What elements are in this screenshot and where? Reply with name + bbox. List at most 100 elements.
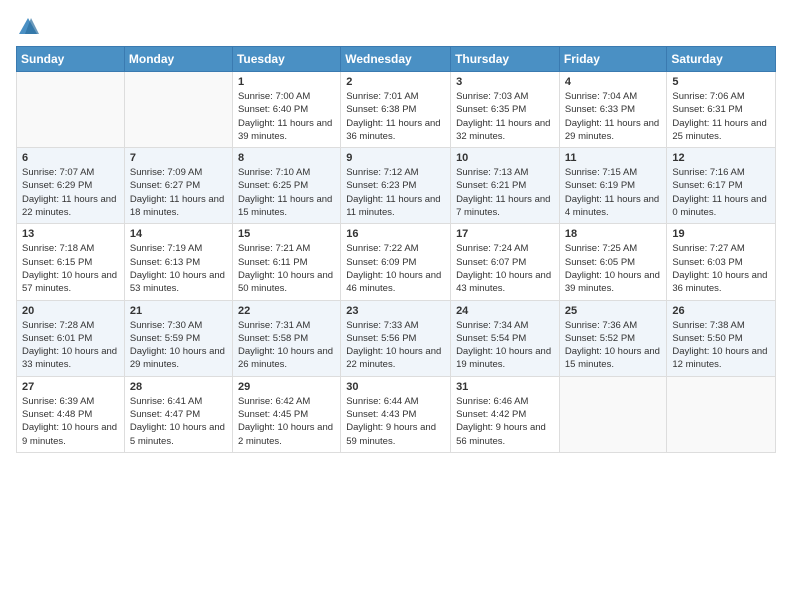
day-of-week-header: Tuesday	[232, 47, 340, 72]
calendar-cell: 20 Sunrise: 7:28 AM Sunset: 6:01 PM Dayli…	[17, 300, 125, 376]
day-of-week-header: Thursday	[451, 47, 560, 72]
day-number: 14	[130, 228, 227, 240]
day-number: 22	[238, 305, 335, 317]
day-number: 28	[130, 381, 227, 393]
day-info: Sunrise: 7:10 AM Sunset: 6:25 PM Dayligh…	[238, 166, 335, 219]
calendar-cell: 12 Sunrise: 7:16 AM Sunset: 6:17 PM Dayli…	[667, 148, 776, 224]
day-info: Sunrise: 6:42 AM Sunset: 4:45 PM Dayligh…	[238, 395, 335, 448]
day-number: 23	[346, 305, 445, 317]
calendar-cell	[667, 376, 776, 452]
day-info: Sunrise: 7:00 AM Sunset: 6:40 PM Dayligh…	[238, 90, 335, 143]
day-number: 8	[238, 152, 335, 164]
day-info: Sunrise: 7:12 AM Sunset: 6:23 PM Dayligh…	[346, 166, 445, 219]
calendar-week-row: 13 Sunrise: 7:18 AM Sunset: 6:15 PM Dayli…	[17, 224, 776, 300]
day-info: Sunrise: 7:15 AM Sunset: 6:19 PM Dayligh…	[565, 166, 662, 219]
day-number: 15	[238, 228, 335, 240]
day-number: 12	[672, 152, 770, 164]
calendar-cell: 4Sunrise: 7:04 AM Sunset: 6:33 PM Daylig…	[559, 72, 667, 148]
calendar-cell: 29 Sunrise: 6:42 AM Sunset: 4:45 PM Dayli…	[232, 376, 340, 452]
day-info: Sunrise: 7:04 AM Sunset: 6:33 PM Dayligh…	[565, 90, 662, 143]
calendar-cell: 13 Sunrise: 7:18 AM Sunset: 6:15 PM Dayli…	[17, 224, 125, 300]
calendar-cell: 9 Sunrise: 7:12 AM Sunset: 6:23 PM Daylig…	[341, 148, 451, 224]
day-number: 3	[456, 76, 554, 88]
day-info: Sunrise: 7:31 AM Sunset: 5:58 PM Dayligh…	[238, 319, 335, 372]
calendar-cell: 31 Sunrise: 6:46 AM Sunset: 4:42 PM Dayli…	[451, 376, 560, 452]
calendar-cell: 7Sunrise: 7:09 AM Sunset: 6:27 PM Daylig…	[124, 148, 232, 224]
day-info: Sunrise: 7:25 AM Sunset: 6:05 PM Dayligh…	[565, 242, 662, 295]
day-info: Sunrise: 7:27 AM Sunset: 6:03 PM Dayligh…	[672, 242, 770, 295]
day-number: 21	[130, 305, 227, 317]
day-info: Sunrise: 7:07 AM Sunset: 6:29 PM Dayligh…	[22, 166, 119, 219]
logo	[16, 16, 40, 38]
day-number: 11	[565, 152, 662, 164]
calendar-cell	[559, 376, 667, 452]
page-header	[16, 16, 776, 38]
calendar-cell: 15 Sunrise: 7:21 AM Sunset: 6:11 PM Dayli…	[232, 224, 340, 300]
calendar-cell: 28 Sunrise: 6:41 AM Sunset: 4:47 PM Dayli…	[124, 376, 232, 452]
day-info: Sunrise: 7:21 AM Sunset: 6:11 PM Dayligh…	[238, 242, 335, 295]
day-number: 6	[22, 152, 119, 164]
day-info: Sunrise: 6:41 AM Sunset: 4:47 PM Dayligh…	[130, 395, 227, 448]
day-info: Sunrise: 7:30 AM Sunset: 5:59 PM Dayligh…	[130, 319, 227, 372]
day-info: Sunrise: 6:46 AM Sunset: 4:42 PM Dayligh…	[456, 395, 554, 448]
calendar-week-row: 1 Sunrise: 7:00 AM Sunset: 6:40 PM Daylig…	[17, 72, 776, 148]
day-info: Sunrise: 7:01 AM Sunset: 6:38 PM Dayligh…	[346, 90, 445, 143]
day-number: 13	[22, 228, 119, 240]
calendar-cell: 18 Sunrise: 7:25 AM Sunset: 6:05 PM Dayli…	[559, 224, 667, 300]
calendar-cell: 23 Sunrise: 7:33 AM Sunset: 5:56 PM Dayli…	[341, 300, 451, 376]
day-info: Sunrise: 6:39 AM Sunset: 4:48 PM Dayligh…	[22, 395, 119, 448]
day-number: 10	[456, 152, 554, 164]
calendar-cell: 21 Sunrise: 7:30 AM Sunset: 5:59 PM Dayli…	[124, 300, 232, 376]
calendar-cell: 22 Sunrise: 7:31 AM Sunset: 5:58 PM Dayli…	[232, 300, 340, 376]
calendar-week-row: 6 Sunrise: 7:07 AM Sunset: 6:29 PM Daylig…	[17, 148, 776, 224]
day-of-week-header: Wednesday	[341, 47, 451, 72]
calendar-cell: 14 Sunrise: 7:19 AM Sunset: 6:13 PM Dayli…	[124, 224, 232, 300]
day-info: Sunrise: 7:28 AM Sunset: 6:01 PM Dayligh…	[22, 319, 119, 372]
calendar-table: SundayMondayTuesdayWednesdayThursdayFrid…	[16, 46, 776, 453]
day-number: 16	[346, 228, 445, 240]
calendar-cell: 10 Sunrise: 7:13 AM Sunset: 6:21 PM Dayli…	[451, 148, 560, 224]
calendar-cell: 17 Sunrise: 7:24 AM Sunset: 6:07 PM Dayli…	[451, 224, 560, 300]
day-number: 20	[22, 305, 119, 317]
day-number: 2	[346, 76, 445, 88]
calendar-cell: 30Sunrise: 6:44 AM Sunset: 4:43 PM Dayli…	[341, 376, 451, 452]
calendar-cell: 6 Sunrise: 7:07 AM Sunset: 6:29 PM Daylig…	[17, 148, 125, 224]
day-number: 7	[130, 152, 227, 164]
day-info: Sunrise: 7:06 AM Sunset: 6:31 PM Dayligh…	[672, 90, 770, 143]
calendar-header-row: SundayMondayTuesdayWednesdayThursdayFrid…	[17, 47, 776, 72]
day-number: 5	[672, 76, 770, 88]
day-info: Sunrise: 7:24 AM Sunset: 6:07 PM Dayligh…	[456, 242, 554, 295]
calendar-cell: 2 Sunrise: 7:01 AM Sunset: 6:38 PM Daylig…	[341, 72, 451, 148]
day-info: Sunrise: 7:19 AM Sunset: 6:13 PM Dayligh…	[130, 242, 227, 295]
logo-icon	[17, 16, 39, 38]
calendar-week-row: 20 Sunrise: 7:28 AM Sunset: 6:01 PM Dayli…	[17, 300, 776, 376]
calendar-cell: 3Sunrise: 7:03 AM Sunset: 6:35 PM Daylig…	[451, 72, 560, 148]
day-number: 19	[672, 228, 770, 240]
day-number: 1	[238, 76, 335, 88]
calendar-cell: 26Sunrise: 7:38 AM Sunset: 5:50 PM Dayli…	[667, 300, 776, 376]
calendar-week-row: 27Sunrise: 6:39 AM Sunset: 4:48 PM Dayli…	[17, 376, 776, 452]
day-number: 24	[456, 305, 554, 317]
day-number: 30	[346, 381, 445, 393]
calendar-cell: 11 Sunrise: 7:15 AM Sunset: 6:19 PM Dayli…	[559, 148, 667, 224]
day-info: Sunrise: 7:16 AM Sunset: 6:17 PM Dayligh…	[672, 166, 770, 219]
calendar-cell	[17, 72, 125, 148]
day-number: 17	[456, 228, 554, 240]
day-info: Sunrise: 7:33 AM Sunset: 5:56 PM Dayligh…	[346, 319, 445, 372]
day-info: Sunrise: 7:18 AM Sunset: 6:15 PM Dayligh…	[22, 242, 119, 295]
day-number: 18	[565, 228, 662, 240]
calendar-cell: 24Sunrise: 7:34 AM Sunset: 5:54 PM Dayli…	[451, 300, 560, 376]
day-number: 26	[672, 305, 770, 317]
day-of-week-header: Saturday	[667, 47, 776, 72]
day-of-week-header: Monday	[124, 47, 232, 72]
day-of-week-header: Sunday	[17, 47, 125, 72]
day-number: 31	[456, 381, 554, 393]
day-number: 29	[238, 381, 335, 393]
calendar-cell	[124, 72, 232, 148]
day-info: Sunrise: 7:22 AM Sunset: 6:09 PM Dayligh…	[346, 242, 445, 295]
day-of-week-header: Friday	[559, 47, 667, 72]
day-number: 9	[346, 152, 445, 164]
day-info: Sunrise: 7:36 AM Sunset: 5:52 PM Dayligh…	[565, 319, 662, 372]
day-info: Sunrise: 7:13 AM Sunset: 6:21 PM Dayligh…	[456, 166, 554, 219]
calendar-cell: 19 Sunrise: 7:27 AM Sunset: 6:03 PM Dayli…	[667, 224, 776, 300]
